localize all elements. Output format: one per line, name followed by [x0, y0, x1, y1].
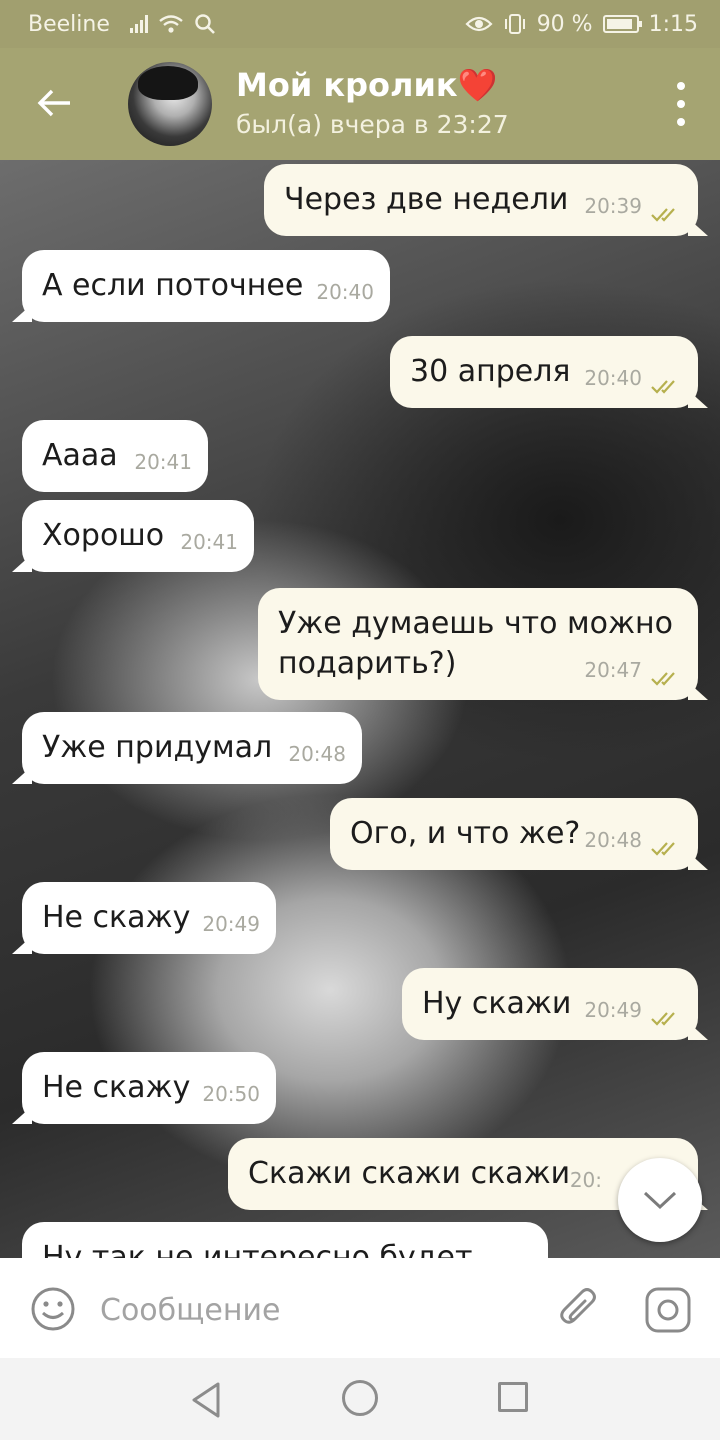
vibrate-icon — [504, 14, 525, 34]
chat-header: Мой кролик❤️ был(а) вчера в 23:27 — [0, 48, 720, 160]
message-text: Уже придумал — [42, 730, 273, 765]
chat-history[interactable]: Через две недели 20:39 А если поточнее 2… — [0, 160, 720, 1258]
message-time: 20:48 — [288, 742, 346, 766]
eye-icon — [465, 16, 493, 32]
message-text: А если поточнее — [42, 268, 304, 303]
paperclip-icon[interactable] — [556, 1284, 602, 1334]
more-vertical-icon — [677, 82, 685, 90]
message-bubble[interactable]: Ну скажи 20:49 — [402, 968, 698, 1040]
message-time: 20:40 — [316, 280, 374, 304]
message-text: Не скажу — [42, 900, 191, 935]
nav-home-icon[interactable] — [342, 1380, 378, 1416]
double-check-icon — [651, 380, 675, 394]
contact-name[interactable]: Мой кролик❤️ — [236, 66, 497, 104]
message-input[interactable] — [100, 1286, 520, 1334]
nav-back-icon[interactable] — [186, 1380, 226, 1420]
message-time: 20:48 — [584, 828, 642, 852]
message-text: Хорошо — [42, 518, 165, 553]
message-bubble[interactable]: Хорошо 20:41 — [22, 500, 254, 572]
message-time: 20: — [569, 1168, 602, 1192]
message-bubble[interactable]: Не скажу 20:49 — [22, 882, 276, 954]
chevron-down-icon — [643, 1191, 677, 1210]
message-text: Ну скажи — [422, 986, 572, 1021]
clock: 1:15 — [648, 11, 698, 37]
message-text: Через две недели — [284, 182, 569, 217]
message-bubble[interactable]: А если поточнее 20:40 — [22, 250, 390, 322]
arrow-left-icon — [37, 89, 70, 117]
more-options-button[interactable] — [666, 82, 696, 126]
battery-percent: 90 % — [536, 11, 593, 37]
battery-icon — [602, 15, 642, 33]
last-seen-status: был(а) вчера в 23:27 — [236, 110, 509, 139]
message-time: 20:49 — [202, 912, 260, 936]
message-time: 20:41 — [134, 450, 192, 474]
message-bubble[interactable]: Ну так не интересно будет — [22, 1222, 548, 1258]
message-bubble[interactable]: Аааа 20:41 — [22, 420, 208, 492]
message-text: Ого, и что же? — [350, 816, 581, 851]
message-bubble[interactable]: Уже придумал 20:48 — [22, 712, 362, 784]
double-check-icon — [651, 842, 675, 856]
signal-icon — [129, 15, 148, 33]
double-check-icon — [651, 1012, 675, 1026]
search-icon — [195, 14, 215, 34]
carrier-label: Beeline — [28, 11, 110, 37]
avatar[interactable] — [128, 62, 212, 146]
camera-icon[interactable] — [644, 1286, 692, 1334]
message-time: 20:47 — [584, 658, 642, 682]
message-text: Аааа — [42, 438, 118, 473]
back-button[interactable] — [30, 78, 80, 128]
message-text: Ну так не интересно будет — [42, 1240, 473, 1258]
message-text: Не скажу — [42, 1070, 191, 1105]
message-time: 20:39 — [584, 194, 642, 218]
message-bubble[interactable]: Ого, и что же? 20:48 — [330, 798, 698, 870]
double-check-icon — [651, 208, 675, 222]
status-bar: Beeline 90 % 1:15 — [0, 0, 720, 48]
message-bubble[interactable]: 30 апреля 20:40 — [390, 336, 698, 408]
message-text: Скажи скажи скажи — [248, 1156, 571, 1191]
double-check-icon — [651, 672, 675, 686]
message-bubble[interactable]: Через две недели 20:39 — [264, 164, 698, 236]
message-time: 20:49 — [584, 998, 642, 1022]
message-time: 20:50 — [202, 1082, 260, 1106]
message-bubble[interactable]: Не скажу 20:50 — [22, 1052, 276, 1124]
message-bubble[interactable]: Уже думаешь что можно подарить?) 20:47 — [258, 588, 698, 700]
scroll-to-bottom-button[interactable] — [618, 1158, 702, 1242]
system-navigation-bar — [0, 1358, 720, 1440]
nav-recent-apps-icon[interactable] — [498, 1382, 528, 1412]
message-composer — [0, 1258, 720, 1358]
message-text: 30 апреля — [410, 354, 571, 389]
message-time: 20:40 — [584, 366, 642, 390]
smile-icon[interactable] — [30, 1286, 76, 1332]
wifi-icon — [159, 15, 183, 33]
message-time: 20:41 — [180, 530, 238, 554]
